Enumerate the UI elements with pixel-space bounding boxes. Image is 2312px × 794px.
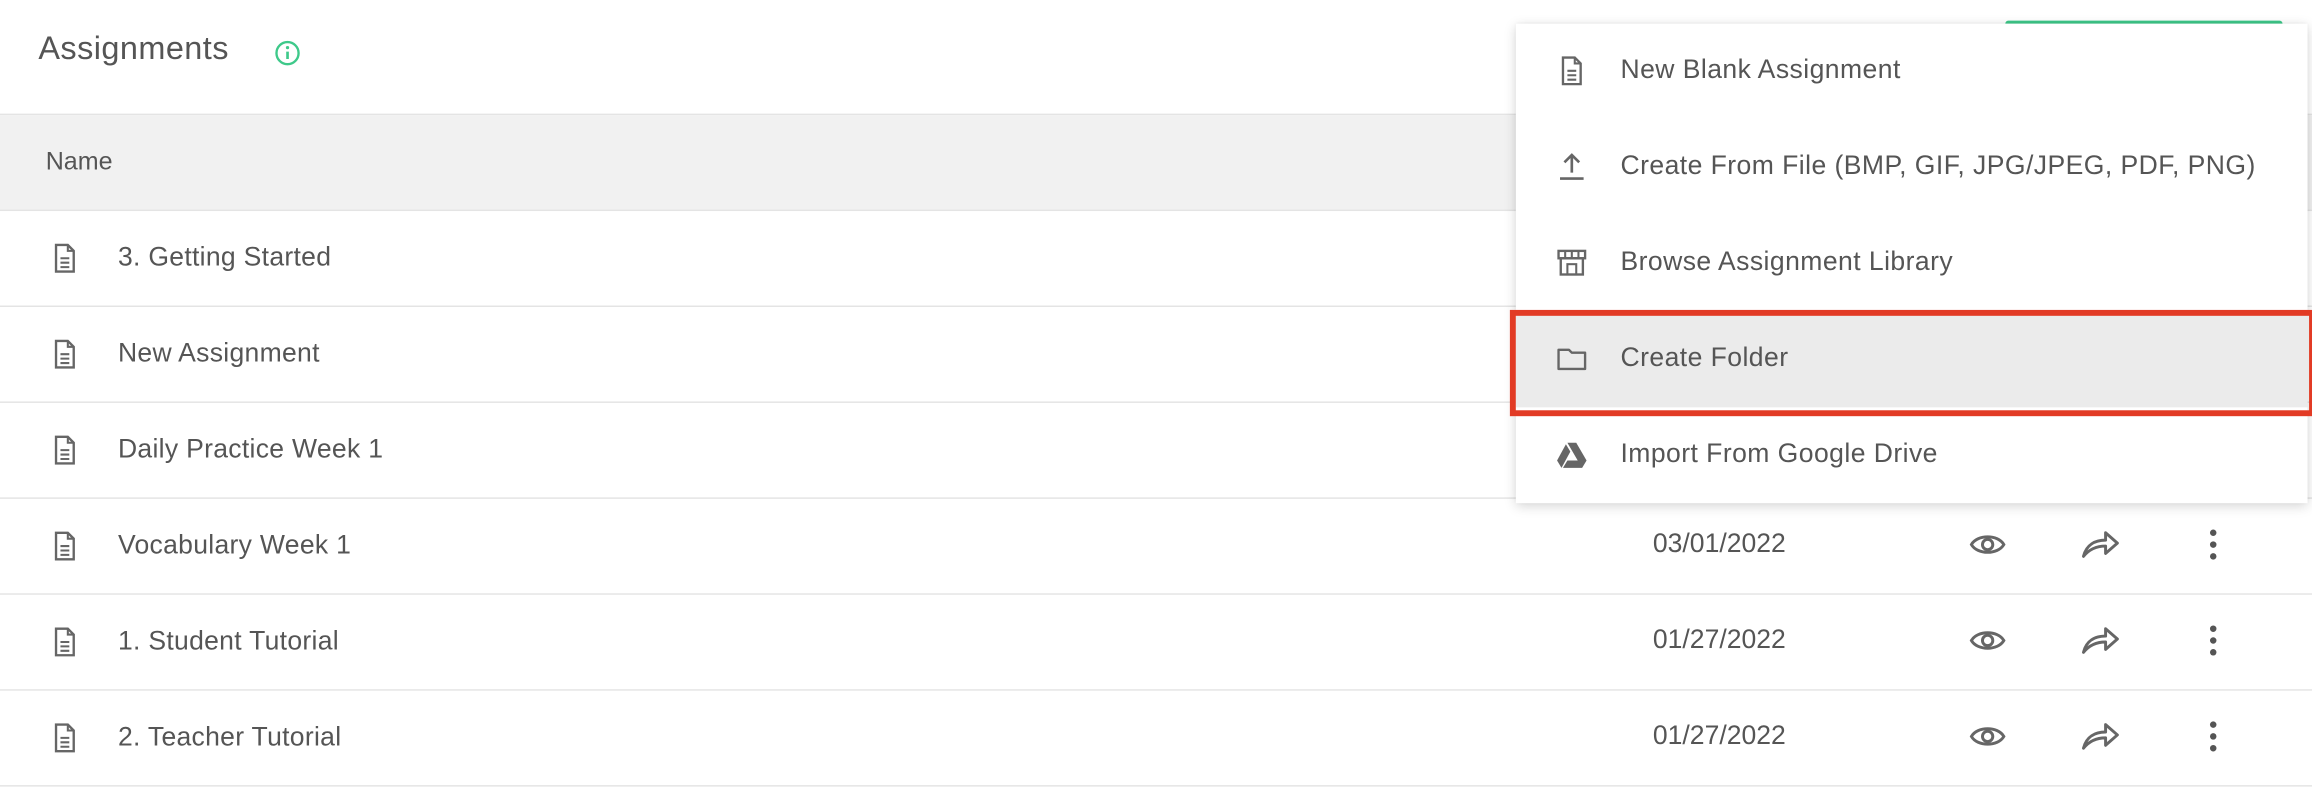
folder-icon — [1557, 348, 1587, 371]
assignment-name[interactable]: 2. Teacher Tutorial — [118, 722, 341, 753]
google-drive-icon — [1557, 442, 1587, 468]
assignment-date: 01/27/2022 — [1652, 624, 1786, 654]
more-options-icon[interactable] — [2198, 527, 2227, 562]
create-dropdown-menu: New Blank Assignment Create From File (B… — [1515, 23, 2308, 504]
assignment-name[interactable]: Vocabulary Week 1 — [118, 530, 351, 561]
library-icon — [1557, 249, 1587, 276]
document-icon — [54, 531, 75, 561]
assignment-name[interactable]: 1. Student Tutorial — [118, 626, 339, 657]
eye-icon[interactable] — [1968, 624, 2006, 656]
menu-item-import-google-drive[interactable]: Import From Google Drive — [1516, 407, 2308, 503]
more-options-icon[interactable] — [2198, 623, 2227, 658]
menu-item-label: Import From Google Drive — [1620, 438, 1938, 468]
assignment-date: 03/01/2022 — [1652, 528, 1786, 558]
document-icon — [1561, 56, 1582, 86]
document-icon — [54, 243, 75, 273]
document-icon — [54, 627, 75, 657]
assignments-view: Assignments Name 3. Getting Started New … — [0, 0, 2312, 794]
document-icon — [54, 339, 75, 369]
menu-item-label: New Blank Assignment — [1620, 54, 1901, 85]
assignment-name[interactable]: New Assignment — [118, 338, 320, 369]
menu-item-create-folder[interactable]: Create Folder — [1515, 311, 2308, 408]
page: Assignments Name 3. Getting Started New … — [0, 0, 2312, 794]
eye-icon[interactable] — [1968, 720, 2006, 752]
menu-item-browse-library[interactable]: Browse Assignment Library — [1516, 215, 2308, 311]
column-header-name[interactable]: Name — [46, 148, 113, 178]
assignment-name[interactable]: Daily Practice Week 1 — [118, 434, 383, 465]
table-row[interactable]: 2. Teacher Tutorial 01/27/2022 — [0, 691, 2312, 787]
eye-icon[interactable] — [1968, 528, 2006, 560]
menu-item-new-blank-assignment[interactable]: New Blank Assignment — [1516, 24, 2308, 120]
document-icon — [54, 435, 75, 465]
more-options-icon[interactable] — [2198, 719, 2227, 754]
upload-icon — [1560, 153, 1584, 180]
menu-item-label: Create Folder — [1620, 342, 1789, 372]
assignment-name[interactable]: 3. Getting Started — [118, 242, 331, 273]
page-title: Assignments — [38, 29, 229, 67]
menu-item-label: Create From File (BMP, GIF, JPG/JPEG, PD… — [1620, 150, 2256, 181]
menu-item-create-from-file[interactable]: Create From File (BMP, GIF, JPG/JPEG, PD… — [1516, 120, 2308, 216]
info-icon[interactable] — [274, 40, 301, 67]
table-row[interactable]: 1. Student Tutorial 01/27/2022 — [0, 595, 2312, 691]
share-icon[interactable] — [2079, 528, 2120, 560]
assignment-date: 01/27/2022 — [1652, 720, 1786, 750]
share-icon[interactable] — [2079, 720, 2120, 752]
share-icon[interactable] — [2079, 624, 2120, 656]
document-icon — [54, 723, 75, 753]
menu-item-label: Browse Assignment Library — [1620, 246, 1954, 276]
table-row[interactable]: Vocabulary Week 1 03/01/2022 — [0, 499, 2312, 595]
